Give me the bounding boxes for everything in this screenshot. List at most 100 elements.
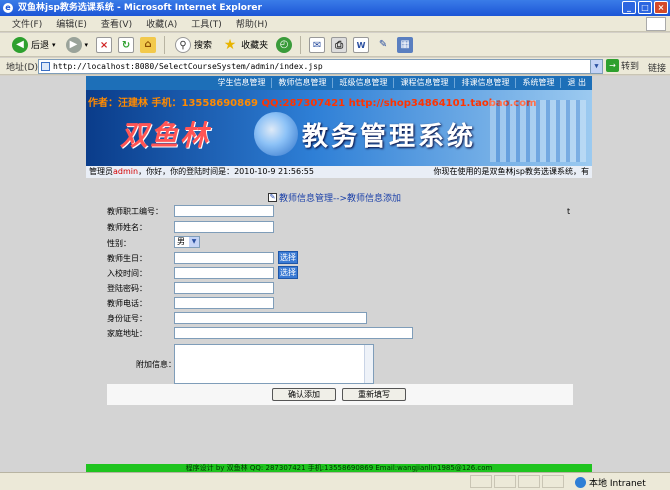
top-nav: 学生信息管理 教师信息管理 班级信息管理 课程信息管理 排课信息管理 系统管理 … (86, 76, 592, 90)
page-container: 学生信息管理 教师信息管理 班级信息管理 课程信息管理 排课信息管理 系统管理 … (86, 76, 592, 472)
forward-button[interactable]: ▶ ▾ (64, 35, 91, 55)
submit-button[interactable]: 确认添加 (272, 388, 336, 401)
status-cell (494, 475, 516, 488)
close-button[interactable]: × (654, 1, 668, 14)
notes-textarea[interactable] (174, 344, 374, 384)
nav-schedule[interactable]: 排课信息管理 (454, 78, 515, 88)
home-icon[interactable]: ⌂ (140, 36, 157, 53)
nav-logout[interactable]: 退 出 (560, 78, 592, 88)
favorites-button[interactable]: ★ 收藏夹 (220, 35, 270, 55)
gender-select[interactable]: 男 ▼ (174, 236, 200, 248)
address-url: http://localhost:8080/SelectCourseSystem… (53, 62, 323, 71)
maximize-button[interactable]: □ (638, 1, 652, 14)
form-button-row: 确认添加 重新填写 (107, 384, 573, 405)
history-icon[interactable]: ◴ (276, 36, 293, 53)
favorites-label: 收藏夹 (241, 41, 269, 51)
address-field-input[interactable] (174, 327, 413, 339)
security-zone: 本地 Intranet (575, 476, 646, 489)
forward-arrow-icon: ▶ (65, 36, 82, 53)
phone-input[interactable] (174, 297, 274, 309)
address-bar: 地址(D) http://localhost:8080/SelectCourse… (0, 58, 670, 75)
teacher-name-input[interactable] (174, 221, 274, 233)
window-title: 双鱼林jsp教务选课系统 - Microsoft Internet Explor… (18, 3, 262, 13)
banner: 作者：汪建林 手机：13558690869 QQ:287307421 http:… (86, 90, 592, 166)
windows-logo-icon (646, 17, 666, 31)
menu-help[interactable]: 帮助(H) (236, 17, 268, 30)
user-info-bar: 管理员admin，你好，你的登陆时间是：2010-10-9 21:56:55 你… (86, 166, 592, 178)
teacher-name-label: 教师姓名： (107, 223, 147, 232)
search-icon: ⚲ (175, 36, 192, 53)
page-icon (41, 62, 50, 71)
forward-dropdown-icon[interactable]: ▾ (85, 41, 89, 49)
menu-view[interactable]: 查看(V) (101, 17, 132, 30)
system-notice: 你现在使用的是双鱼林jsp教务选课系统，有 (433, 167, 589, 176)
notes-scrollbar[interactable] (364, 345, 373, 383)
nav-student[interactable]: 学生信息管理 (211, 78, 271, 88)
password-label: 登陆密码： (107, 284, 147, 293)
birthday-pick-button[interactable]: 选择 (278, 251, 298, 264)
mail-icon[interactable]: ✉ (309, 36, 326, 53)
back-dropdown-icon[interactable]: ▾ (52, 41, 56, 49)
go-button[interactable]: → 转到 (606, 59, 639, 72)
browser-content: 学生信息管理 教师信息管理 班级信息管理 课程信息管理 排课信息管理 系统管理 … (0, 76, 670, 472)
go-arrow-icon: → (606, 59, 619, 72)
toolbar-divider (300, 35, 302, 54)
teacher-no-label: 教师职工编号： (107, 207, 163, 216)
nav-system[interactable]: 系统管理 (515, 78, 560, 88)
minimize-button[interactable]: _ (622, 1, 636, 14)
page-footer: 程序设计 by 双鱼林 QQ: 287307421 手机:13558690869… (86, 464, 592, 472)
reset-button[interactable]: 重新填写 (342, 388, 406, 401)
search-label: 搜索 (194, 41, 213, 51)
banner-authors: 作者：汪建林 手机：13558690869 QQ:287307421 http:… (88, 94, 537, 109)
notes-label: 附加信息： (136, 360, 176, 369)
nav-class[interactable]: 班级信息管理 (332, 78, 393, 88)
back-button[interactable]: ◀ 后退 ▾ (10, 35, 58, 55)
menu-bar: 文件(F) 编辑(E) 查看(V) 收藏(A) 工具(T) 帮助(H) (0, 16, 670, 32)
chevron-down-icon: ▼ (189, 237, 199, 247)
breadcrumb-text: 教师信息管理-->教师信息添加 (279, 194, 402, 204)
phone-label: 教师电话： (107, 299, 147, 308)
birthday-input[interactable] (174, 252, 274, 264)
nav-course[interactable]: 课程信息管理 (393, 78, 454, 88)
teacher-no-input[interactable] (174, 205, 274, 217)
edit-icon: ✎ (268, 193, 277, 202)
login-info: 管理员admin，你好，你的登陆时间是：2010-10-9 21:56:55 (89, 166, 314, 178)
gender-label: 性别： (107, 239, 131, 248)
birthday-label: 教师生日： (107, 254, 147, 263)
menu-file[interactable]: 文件(F) (12, 17, 42, 30)
status-cell (518, 475, 540, 488)
arrival-input[interactable] (174, 267, 274, 279)
arrival-label: 入校时间： (107, 269, 147, 278)
status-cell (470, 475, 492, 488)
edit-icon[interactable]: W (353, 36, 370, 53)
nav-teacher[interactable]: 教师信息管理 (271, 78, 332, 88)
address-field-label: 家庭地址： (107, 329, 147, 338)
address-input[interactable]: http://localhost:8080/SelectCourseSystem… (38, 59, 603, 74)
menu-favorites[interactable]: 收藏(A) (146, 17, 177, 30)
status-cells (470, 475, 564, 488)
print-icon[interactable]: ⎙ (331, 36, 348, 53)
window-title-bar: e 双鱼林jsp教务选课系统 - Microsoft Internet Expl… (0, 0, 670, 16)
password-input[interactable] (174, 282, 274, 294)
arrival-pick-button[interactable]: 选择 (278, 266, 298, 279)
address-label: 地址(D) (6, 62, 38, 73)
messenger-icon[interactable]: ▦ (397, 36, 414, 53)
menu-edit[interactable]: 编辑(E) (56, 17, 87, 30)
address-dropdown-icon[interactable]: ▼ (590, 60, 602, 73)
back-label: 后退 (31, 41, 50, 51)
status-bar: 本地 Intranet (0, 472, 670, 490)
id-card-input[interactable] (174, 312, 367, 324)
banner-system-title: 教务管理系统 (302, 122, 477, 152)
links-button[interactable]: 链接 (648, 61, 666, 74)
login-prefix: 管理员 (89, 167, 113, 176)
discuss-icon[interactable]: ✎ (375, 37, 391, 53)
admin-username: admin (113, 167, 139, 176)
login-time: ，你好，你的登陆时间是：2010-10-9 21:56:55 (138, 167, 314, 176)
refresh-icon[interactable]: ↻ (118, 36, 135, 53)
breadcrumb: ✎ 教师信息管理-->教师信息添加 (268, 191, 401, 204)
status-cell (542, 475, 564, 488)
banner-author: 作者：汪建林 手机：13558690869 (88, 98, 262, 109)
menu-tools[interactable]: 工具(T) (191, 17, 222, 30)
stop-icon[interactable]: × (96, 36, 113, 53)
search-button[interactable]: ⚲ 搜索 (173, 35, 214, 55)
